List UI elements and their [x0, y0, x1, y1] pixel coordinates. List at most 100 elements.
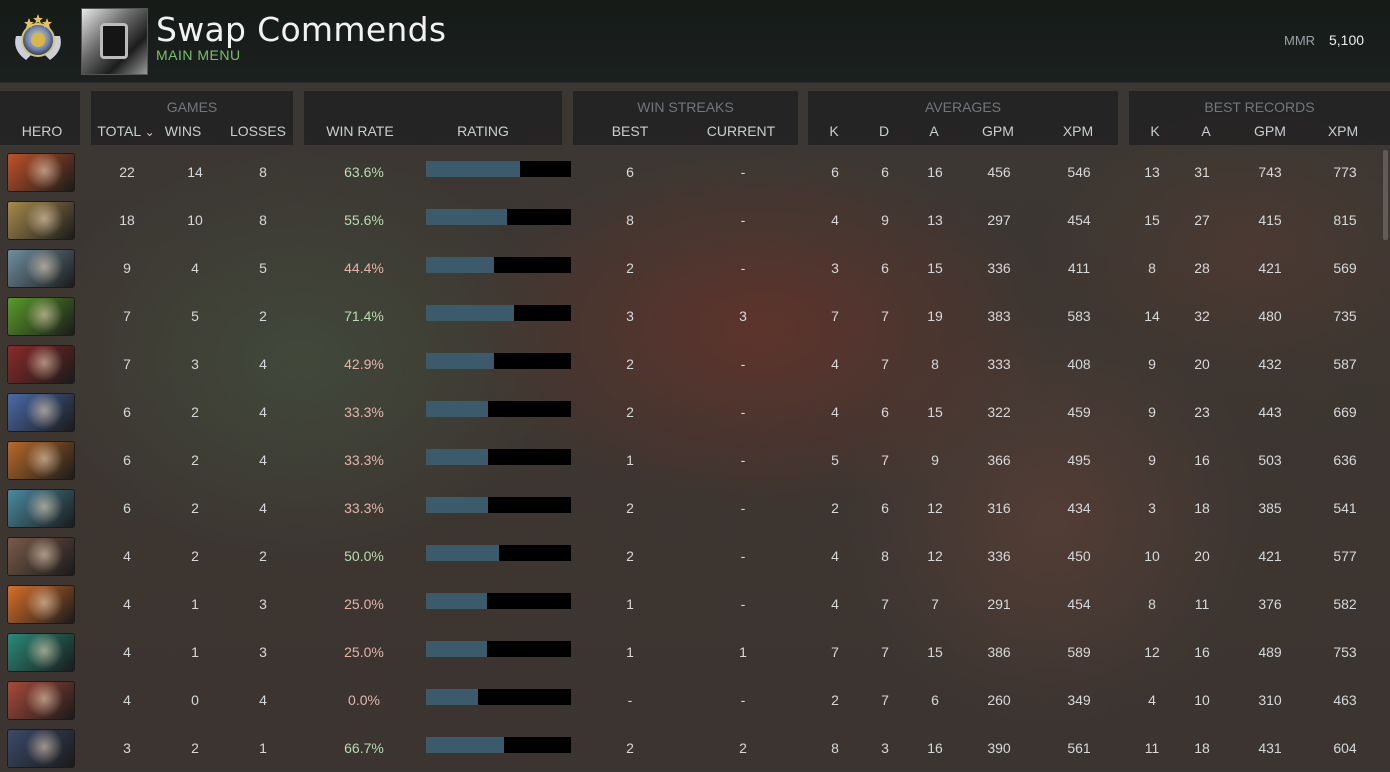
total-games-cell: 6 [123, 452, 131, 468]
rank-medal-icon [15, 14, 61, 60]
col-avg-gpm[interactable]: GPM [976, 123, 1020, 139]
table-row[interactable]: 6 2 4 1 - 5 7 9 366 495 9 16 503 636 33.3% [0, 438, 1390, 484]
col-avg-d[interactable]: D [874, 123, 894, 139]
total-games-cell: 22 [119, 164, 135, 180]
best-xpm-cell: 735 [1333, 308, 1357, 324]
hero-portrait[interactable] [8, 490, 74, 527]
avg-xpm-cell: 434 [1067, 500, 1091, 516]
col-losses[interactable]: LOSSES [228, 123, 288, 139]
table-row[interactable]: 4 1 3 1 - 4 7 7 291 454 8 11 376 582 25.0% [0, 582, 1390, 628]
rating-bar [426, 209, 571, 225]
col-avg-xpm[interactable]: XPM [1056, 123, 1100, 139]
main-menu-link[interactable]: MAIN MENU [156, 47, 241, 63]
losses-cell: 2 [259, 548, 267, 564]
hero-portrait[interactable] [8, 298, 74, 335]
table-row[interactable]: 4 0 4 - - 2 7 6 260 349 4 10 310 463 0.0% [0, 678, 1390, 724]
rating-bar-fill [426, 449, 488, 465]
table-row[interactable]: 6 2 4 2 - 2 6 12 316 434 3 18 385 541 33.3% [0, 486, 1390, 532]
avg-xpm-cell: 561 [1067, 740, 1091, 756]
wins-cell: 4 [191, 260, 199, 276]
hero-portrait[interactable] [8, 202, 74, 239]
best-gpm-cell: 480 [1258, 308, 1282, 324]
col-rating[interactable]: RATING [448, 123, 518, 139]
best-xpm-cell: 773 [1333, 164, 1357, 180]
avg-kills-cell: 4 [831, 356, 839, 372]
losses-cell: 4 [259, 452, 267, 468]
group-games: GAMES [166, 99, 218, 115]
col-total[interactable]: TOTAL ⌄ [94, 123, 158, 139]
wins-cell: 2 [191, 740, 199, 756]
best-gpm-cell: 415 [1258, 212, 1282, 228]
col-wins[interactable]: WINS [160, 123, 206, 139]
avg-xpm-cell: 495 [1067, 452, 1091, 468]
col-best-k[interactable]: K [1145, 123, 1165, 139]
player-avatar[interactable] [81, 8, 148, 75]
win-rate-cell: 0.0% [348, 692, 380, 708]
rating-bar-fill [426, 305, 514, 321]
avg-gpm-cell: 316 [987, 500, 1011, 516]
best-assists-cell: 18 [1194, 740, 1210, 756]
avg-gpm-cell: 291 [987, 596, 1011, 612]
best-assists-cell: 31 [1194, 164, 1210, 180]
scrollbar-thumb[interactable] [1383, 150, 1388, 240]
hero-portrait[interactable] [8, 634, 74, 671]
best-assists-cell: 16 [1194, 644, 1210, 660]
current-streak-cell: - [740, 692, 746, 708]
hero-portrait[interactable] [8, 154, 74, 191]
best-streak-cell: 1 [626, 596, 634, 612]
avg-kills-cell: 3 [831, 260, 839, 276]
col-best-streak[interactable]: BEST [605, 123, 655, 139]
table-row[interactable]: 6 2 4 2 - 4 6 15 322 459 9 23 443 669 33.3% [0, 390, 1390, 436]
hero-portrait[interactable] [8, 682, 74, 719]
table-row[interactable]: 9 4 5 2 - 3 6 15 336 411 8 28 421 569 44.4% [0, 246, 1390, 292]
best-xpm-cell: 569 [1333, 260, 1357, 276]
losses-cell: 3 [259, 596, 267, 612]
col-best-gpm[interactable]: GPM [1248, 123, 1292, 139]
best-kills-cell: 15 [1144, 212, 1160, 228]
hero-portrait[interactable] [8, 250, 74, 287]
col-best-xpm[interactable]: XPM [1321, 123, 1365, 139]
avg-deaths-cell: 7 [881, 452, 889, 468]
avg-xpm-cell: 454 [1067, 596, 1091, 612]
hero-portrait[interactable] [8, 442, 74, 479]
win-rate-cell: 63.6% [344, 164, 384, 180]
wins-cell: 2 [191, 452, 199, 468]
rating-bar-fill [426, 401, 488, 417]
hero-portrait[interactable] [8, 346, 74, 383]
best-xpm-cell: 815 [1333, 212, 1357, 228]
table-row[interactable]: 4 2 2 2 - 4 8 12 336 450 10 20 421 577 50.0% [0, 534, 1390, 580]
best-kills-cell: 9 [1148, 452, 1156, 468]
best-streak-cell: 2 [626, 260, 634, 276]
hero-portrait[interactable] [8, 538, 74, 575]
best-gpm-cell: 421 [1258, 548, 1282, 564]
total-games-cell: 4 [123, 644, 131, 660]
best-kills-cell: 10 [1144, 548, 1160, 564]
table-row[interactable]: 18 10 8 8 - 4 9 13 297 454 15 27 415 815 55.6% [0, 198, 1390, 244]
col-hero[interactable]: HERO [0, 123, 84, 139]
best-kills-cell: 8 [1148, 596, 1156, 612]
hero-portrait[interactable] [8, 586, 74, 623]
avg-kills-cell: 5 [831, 452, 839, 468]
best-gpm-cell: 421 [1258, 260, 1282, 276]
rating-bar [426, 689, 571, 705]
table-row[interactable]: 4 1 3 1 1 7 7 15 386 589 12 16 489 753 25.0% [0, 630, 1390, 676]
col-win-rate[interactable]: WIN RATE [320, 123, 400, 139]
col-current-streak[interactable]: CURRENT [704, 123, 778, 139]
col-avg-k[interactable]: K [824, 123, 844, 139]
hero-portrait[interactable] [8, 394, 74, 431]
avg-assists-cell: 16 [927, 164, 943, 180]
table-row[interactable]: 22 14 8 6 - 6 6 16 456 546 13 31 743 773 63.6% [0, 150, 1390, 196]
avg-assists-cell: 12 [927, 500, 943, 516]
rating-bar-fill [426, 737, 504, 753]
table-row[interactable]: 7 5 2 3 3 7 7 19 383 583 14 32 480 735 71.4% [0, 294, 1390, 340]
hero-portrait[interactable] [8, 730, 74, 767]
rating-bar [426, 305, 571, 321]
col-best-a[interactable]: A [1196, 123, 1216, 139]
table-row[interactable]: 7 3 4 2 - 4 7 8 333 408 9 20 432 587 42.9% [0, 342, 1390, 388]
avg-kills-cell: 7 [831, 308, 839, 324]
table-row[interactable]: 3 2 1 2 2 8 3 16 390 561 11 18 431 604 66.7% [0, 726, 1390, 772]
col-avg-a[interactable]: A [924, 123, 944, 139]
avg-deaths-cell: 7 [881, 356, 889, 372]
rating-bar-fill [426, 497, 488, 513]
total-games-cell: 7 [123, 308, 131, 324]
